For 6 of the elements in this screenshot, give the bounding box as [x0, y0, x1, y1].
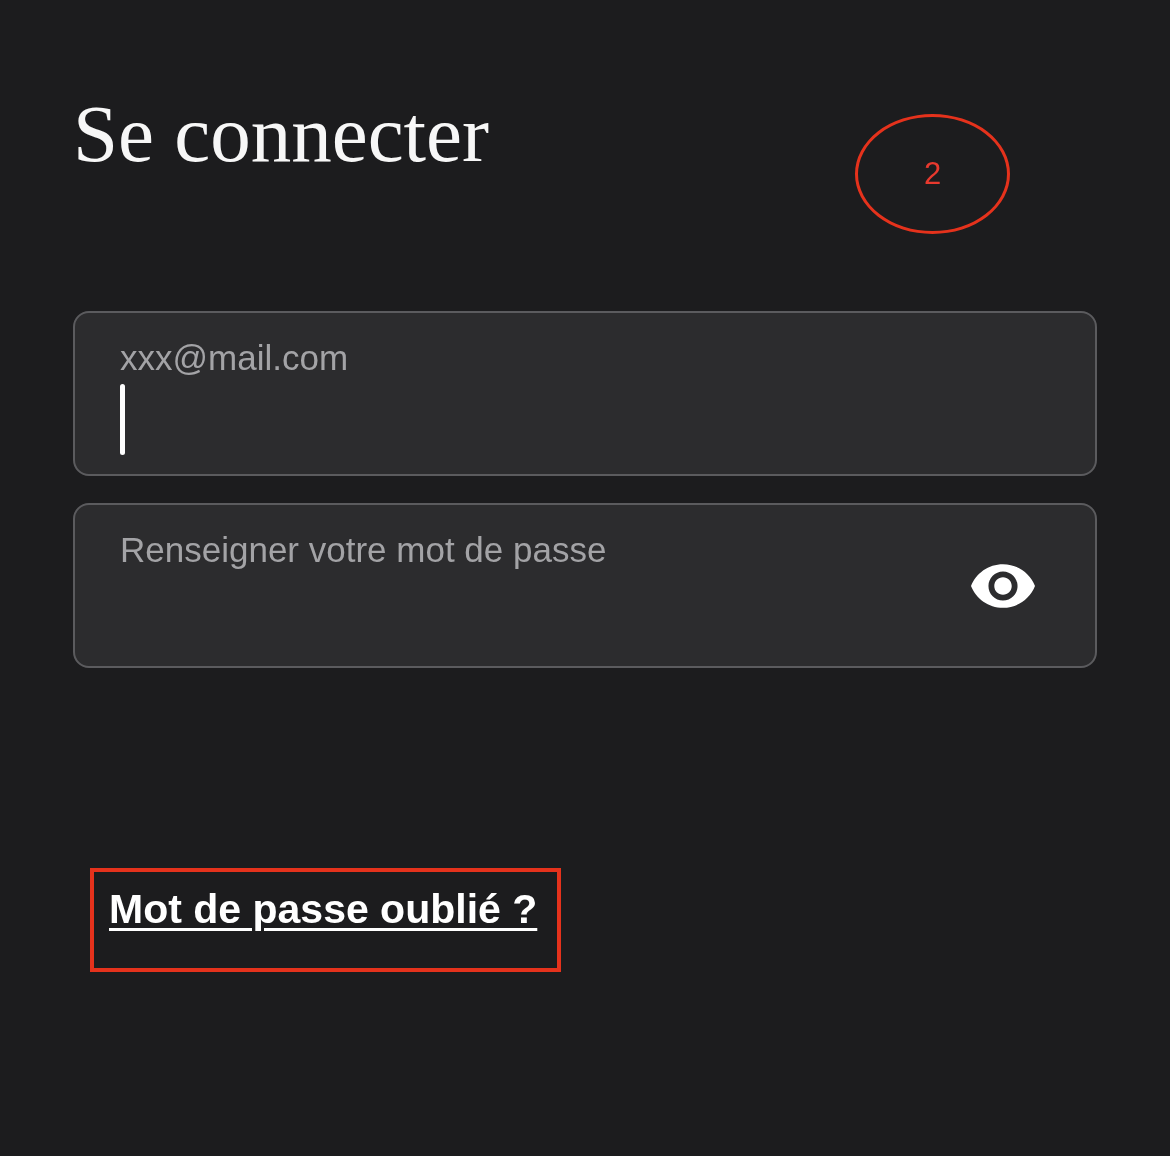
forgot-password-link[interactable]: Mot de passe oublié ?	[109, 885, 538, 933]
password-field[interactable]: Renseigner votre mot de passe	[73, 503, 1097, 668]
eye-icon[interactable]	[971, 564, 1035, 608]
page-title: Se connecter	[73, 94, 490, 175]
email-field[interactable]: xxx@mail.com	[73, 311, 1097, 476]
annotation-marker: 2	[855, 114, 1010, 234]
